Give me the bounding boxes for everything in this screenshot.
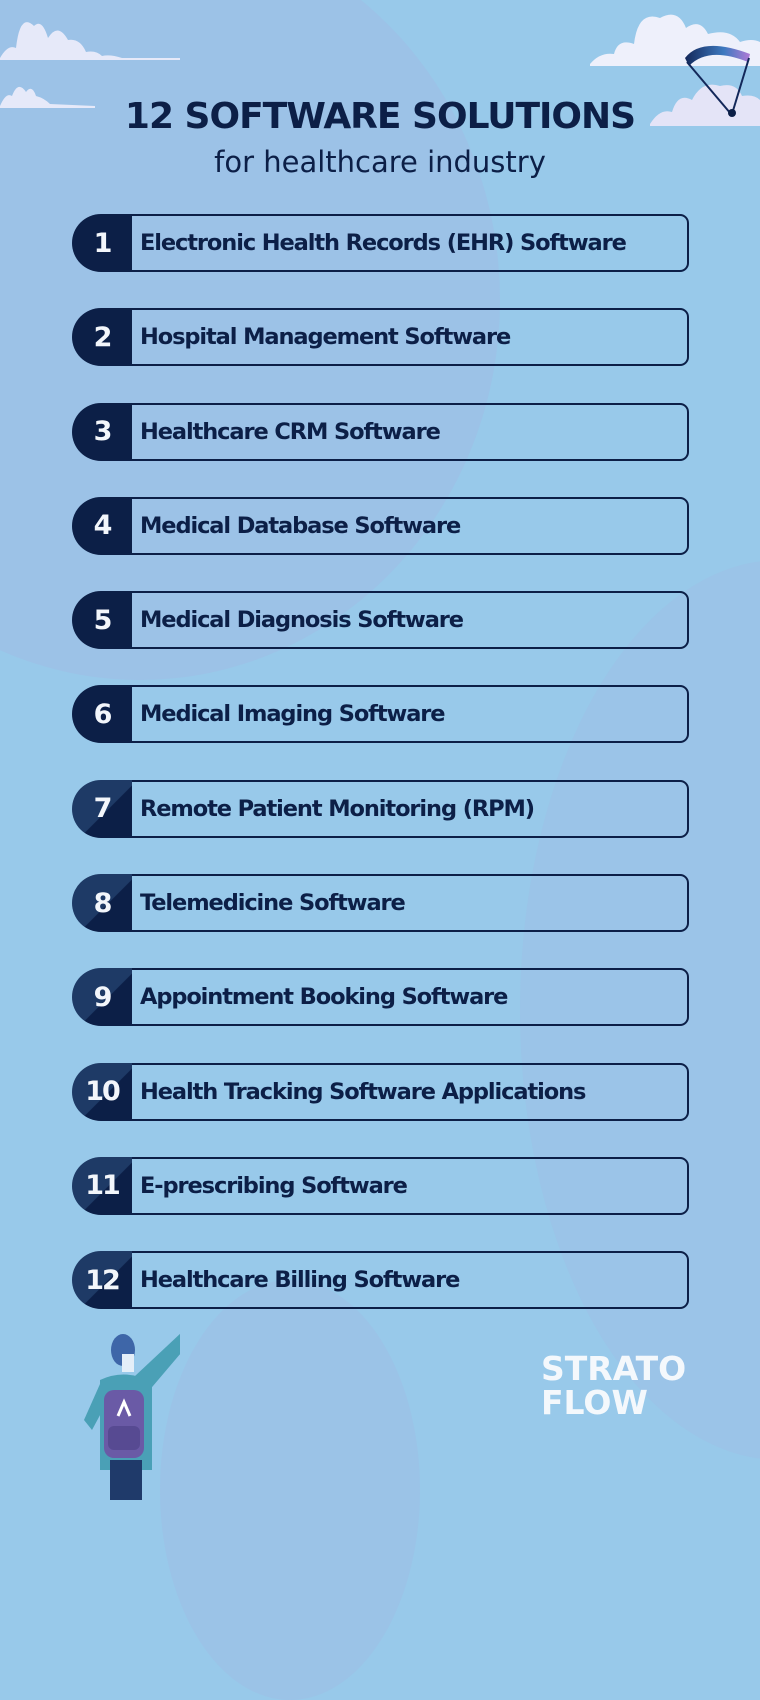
cloud-illustration: [0, 22, 180, 60]
list-item: 10 Health Tracking Software Applications: [72, 1062, 689, 1121]
item-label: E-prescribing Software: [140, 1172, 408, 1199]
item-label: Medical Diagnosis Software: [140, 607, 464, 634]
item-number-badge: 1: [72, 214, 132, 272]
list-item: 2 Hospital Management Software: [72, 308, 689, 367]
item-number-badge: 9: [72, 968, 132, 1027]
item-label: Medical Database Software: [140, 512, 461, 539]
list-item: 5 Medical Diagnosis Software: [72, 591, 689, 650]
logo-line-2: FLOW: [541, 1383, 648, 1422]
list-item: 1 Electronic Health Records (EHR) Softwa…: [72, 214, 689, 272]
list-item: 7 Remote Patient Monitoring (RPM): [72, 779, 689, 838]
list-item: 12 Healthcare Billing Software: [72, 1251, 689, 1310]
strato-flow-logo: STRATO FLOW: [541, 1352, 686, 1420]
item-label: Healthcare Billing Software: [140, 1267, 460, 1294]
item-number-badge: 11: [72, 1156, 132, 1215]
item-label: Remote Patient Monitoring (RPM): [140, 795, 535, 822]
list-item: 4 Medical Database Software: [72, 496, 689, 555]
item-number-badge: 10: [72, 1062, 132, 1121]
item-label: Health Tracking Software Applications: [140, 1078, 586, 1105]
page-subtitle: for healthcare industry: [214, 145, 546, 179]
item-number-badge: 7: [72, 779, 132, 838]
item-number-badge: 5: [72, 591, 132, 650]
list-item: 8 Telemedicine Software: [72, 874, 689, 933]
hiker-illustration: [84, 1333, 180, 1500]
item-number-badge: 4: [72, 496, 132, 555]
logo-line-1: STRATO: [541, 1349, 687, 1388]
item-label: Medical Imaging Software: [140, 701, 446, 728]
item-label: Telemedicine Software: [140, 890, 406, 917]
list-item: 3 Healthcare CRM Software: [72, 402, 689, 461]
item-number-badge: 6: [72, 685, 132, 744]
item-number-badge: 8: [72, 874, 132, 933]
list-item: 6 Medical Imaging Software: [72, 685, 689, 744]
page-title: 12 SOFTWARE SOLUTIONS: [124, 96, 636, 137]
item-label: Electronic Health Records (EHR) Software: [140, 230, 627, 256]
list-item: 9 Appointment Booking Software: [72, 968, 689, 1027]
item-number-badge: 12: [72, 1251, 132, 1310]
item-number-badge: 3: [72, 402, 132, 461]
item-label: Appointment Booking Software: [140, 984, 508, 1011]
item-label: Healthcare CRM Software: [140, 418, 441, 445]
item-number-badge: 2: [72, 308, 132, 367]
list-item: 11 E-prescribing Software: [72, 1156, 689, 1215]
item-label: Hospital Management Software: [140, 324, 511, 351]
solutions-list: 1 Electronic Health Records (EHR) Softwa…: [72, 214, 689, 1346]
